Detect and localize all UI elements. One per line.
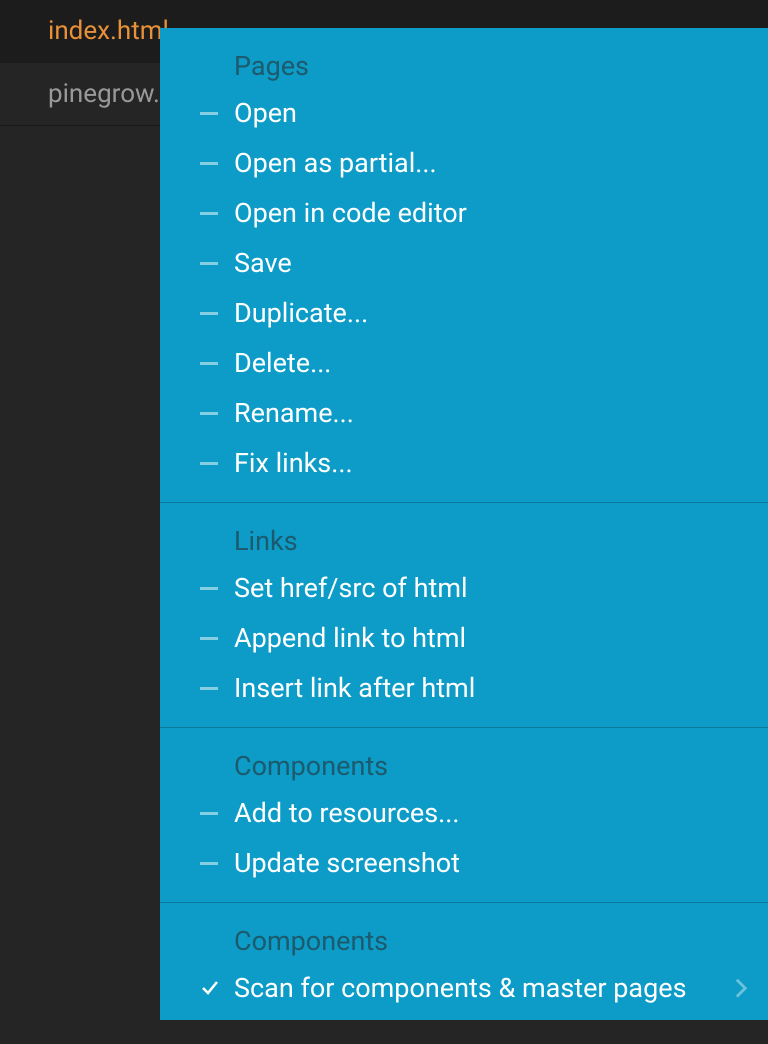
file-name: index.html [48, 16, 169, 46]
menu-section-pages: Pages Open Open as partial... Open in co… [160, 28, 768, 488]
dash-icon [200, 354, 218, 372]
menu-item-open-code-editor[interactable]: Open in code editor [160, 188, 768, 238]
menu-item-set-href[interactable]: Set href/src of html [160, 563, 768, 613]
menu-item-insert-link[interactable]: Insert link after html [160, 663, 768, 713]
section-header: Components [160, 903, 768, 963]
menu-label: Open as partial... [234, 147, 748, 179]
dash-icon [200, 254, 218, 272]
menu-item-add-resources[interactable]: Add to resources... [160, 788, 768, 838]
dash-icon [200, 204, 218, 222]
menu-section-links: Links Set href/src of html Append link t… [160, 503, 768, 713]
menu-section-components-1: Components Add to resources... Update sc… [160, 728, 768, 888]
dash-icon [200, 404, 218, 422]
menu-label: Rename... [234, 397, 748, 429]
dash-icon [200, 629, 218, 647]
check-icon [200, 978, 220, 998]
menu-label: Scan for components & master pages [234, 972, 734, 1004]
menu-label: Fix links... [234, 447, 748, 479]
chevron-right-icon [734, 981, 748, 995]
menu-item-duplicate[interactable]: Duplicate... [160, 288, 768, 338]
context-menu: Pages Open Open as partial... Open in co… [160, 28, 768, 1020]
menu-label: Delete... [234, 347, 748, 379]
menu-label: Open [234, 97, 748, 129]
menu-item-open[interactable]: Open [160, 88, 768, 138]
menu-label: Duplicate... [234, 297, 748, 329]
menu-label: Insert link after html [234, 672, 748, 704]
menu-label: Open in code editor [234, 197, 748, 229]
section-header: Links [160, 503, 768, 563]
dash-icon [200, 679, 218, 697]
dash-icon [200, 804, 218, 822]
section-header: Pages [160, 28, 768, 88]
dash-icon [200, 104, 218, 122]
section-header: Components [160, 728, 768, 788]
menu-item-fix-links[interactable]: Fix links... [160, 438, 768, 488]
menu-label: Add to resources... [234, 797, 748, 829]
menu-label: Append link to html [234, 622, 748, 654]
menu-item-update-screenshot[interactable]: Update screenshot [160, 838, 768, 888]
dash-icon [200, 454, 218, 472]
menu-label: Save [234, 247, 748, 279]
menu-label: Set href/src of html [234, 572, 748, 604]
menu-section-components-2: Components Scan for components & master … [160, 903, 768, 1020]
menu-label: Update screenshot [234, 847, 748, 879]
dash-icon [200, 154, 218, 172]
menu-item-save[interactable]: Save [160, 238, 768, 288]
file-name: pinegrow. [48, 79, 160, 109]
menu-item-open-partial[interactable]: Open as partial... [160, 138, 768, 188]
menu-item-delete[interactable]: Delete... [160, 338, 768, 388]
dash-icon [200, 854, 218, 872]
dash-icon [200, 579, 218, 597]
menu-item-rename[interactable]: Rename... [160, 388, 768, 438]
menu-item-append-link[interactable]: Append link to html [160, 613, 768, 663]
menu-item-scan-components[interactable]: Scan for components & master pages [160, 963, 768, 1020]
dash-icon [200, 304, 218, 322]
